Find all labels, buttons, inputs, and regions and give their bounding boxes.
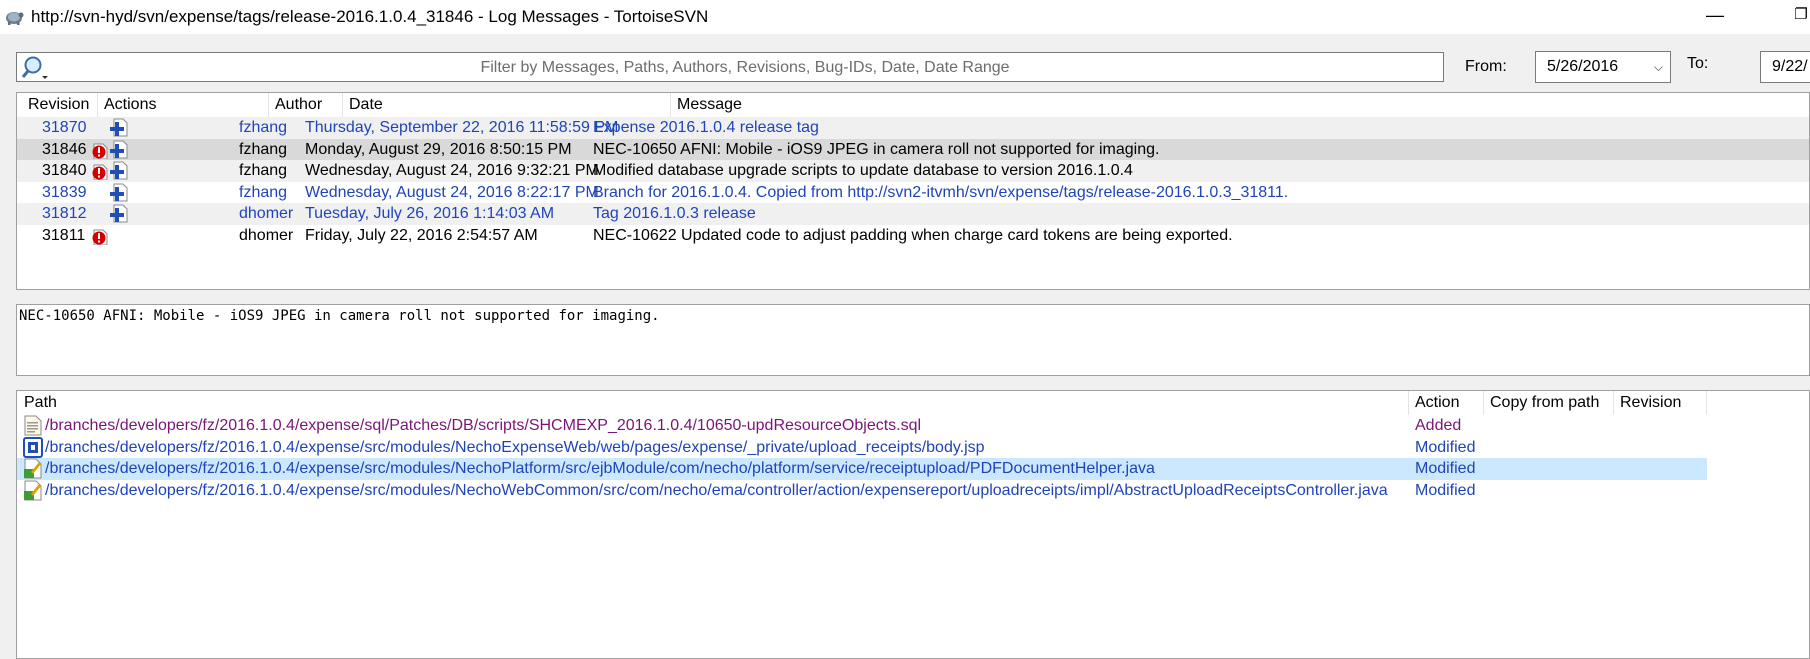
log-date: Friday, July 22, 2016 2:54:57 AM (305, 226, 538, 244)
log-row[interactable]: 31811 dhomer Friday, July 22, 2016 2:54:57… (17, 225, 1809, 247)
from-date-picker[interactable]: 5/26/2016 ⌵ (1535, 51, 1671, 83)
add-icon (110, 118, 128, 137)
column-actions[interactable]: Actions (98, 93, 269, 117)
add-icon (110, 161, 128, 180)
add-icon (110, 204, 128, 223)
to-date-value: 9/22/ (1772, 58, 1808, 75)
to-date-picker[interactable]: 9/22/ (1760, 51, 1810, 83)
path-action: Modified (1415, 481, 1476, 499)
java-file-icon (24, 458, 42, 479)
filter-box (16, 52, 1444, 83)
log-message-box[interactable]: NEC-10650 AFNI: Mobile - iOS9 JPEG in ca… (16, 304, 1810, 376)
log-row[interactable]: 31840 fzhang Wednesday, August 24, 2016 9:… (17, 160, 1809, 182)
add-icon (110, 183, 128, 201)
column-message[interactable]: Message (671, 93, 1809, 117)
column-revision[interactable]: Revision (1614, 391, 1707, 415)
sql-file-icon (24, 415, 42, 436)
column-revision[interactable]: Revision (17, 93, 98, 117)
to-label: To: (1687, 55, 1709, 72)
log-message: NEC-10622 Updated code to adjust padding… (593, 226, 1233, 244)
log-list: Revision Actions Author Date Message 318… (16, 92, 1810, 290)
title-bar: http://svn-hyd/svn/expense/tags/release-… (0, 0, 1810, 34)
filter-input[interactable] (53, 53, 1437, 83)
from-date-value: 5/26/2016 (1547, 58, 1619, 75)
minimize-button[interactable]: — (1692, 0, 1738, 34)
path-row[interactable]: /branches/developers/fz/2016.1.0.4/expen… (17, 415, 1707, 437)
log-row[interactable]: 31839 fzhang Wednesday, August 24, 2016 8:… (17, 182, 1809, 204)
error-icon (92, 164, 108, 180)
path-row[interactable]: /branches/developers/fz/2016.1.0.4/expen… (17, 436, 1707, 459)
tortoisesvn-app-icon[interactable] (4, 7, 24, 27)
column-author[interactable]: Author (269, 93, 343, 117)
log-revision: 31811 (42, 226, 86, 244)
log-message-text: NEC-10650 AFNI: Mobile - iOS9 JPEG in ca… (19, 308, 660, 324)
path-row[interactable]: /branches/developers/fz/2016.1.0.4/expen… (17, 458, 1707, 480)
log-row[interactable]: 31812 dhomer Tuesday, July 26, 2016 1:14:0… (17, 203, 1809, 225)
column-copy-from-path[interactable]: Copy from path (1484, 391, 1614, 415)
maximize-button[interactable]: ❐ (1778, 0, 1810, 34)
column-path[interactable]: Path (17, 391, 1409, 415)
column-action[interactable]: Action (1409, 391, 1484, 415)
error-icon (92, 229, 108, 245)
log-list-header: Revision Actions Author Date Message (17, 93, 1809, 117)
java-file-icon (24, 480, 42, 500)
search-icon[interactable] (20, 55, 50, 81)
add-icon (110, 140, 128, 158)
error-icon (92, 143, 108, 159)
jsp-file-icon (23, 436, 43, 458)
path-row[interactable]: /branches/developers/fz/2016.1.0.4/expen… (17, 480, 1707, 502)
changed-paths-list: Path Action Copy from path Revision /bra… (16, 390, 1810, 659)
window-title: http://svn-hyd/svn/expense/tags/release-… (31, 7, 709, 26)
path-text: /branches/developers/fz/2016.1.0.4/expen… (45, 481, 1388, 499)
log-author: dhomer (239, 226, 294, 244)
from-label: From: (1465, 58, 1507, 75)
log-row[interactable]: 31846 fzhang Monday, August 29, 2016 8:50:… (17, 138, 1809, 160)
chevron-down-icon[interactable]: ⌵ (1654, 52, 1663, 82)
log-row[interactable]: 31870 fzhang Thursday, September 22, 2016 … (17, 117, 1809, 139)
paths-header: Path Action Copy from path Revision (17, 391, 1809, 415)
column-date[interactable]: Date (343, 93, 671, 117)
